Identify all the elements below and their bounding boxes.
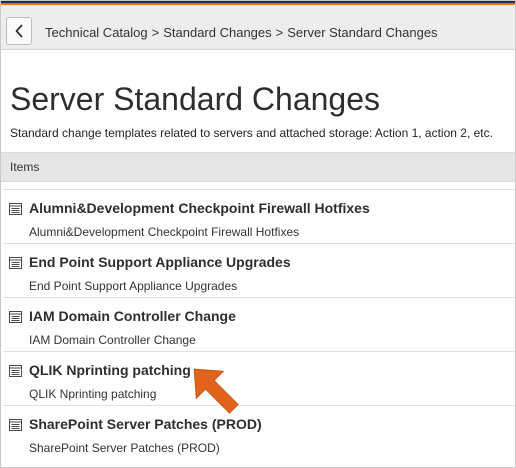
catalog-item-description: End Point Support Appliance Upgrades [29,279,238,293]
catalog-item-alumni-development-checkpoint[interactable]: Alumni&Development Checkpoint Firewall H… [3,189,515,243]
catalog-item-end-point-support[interactable]: End Point Support Appliance Upgrades End… [3,243,515,297]
list-document-icon [9,311,22,323]
breadcrumb-separator: > [151,25,160,40]
catalog-item-description: Alumni&Development Checkpoint Firewall H… [29,225,300,239]
catalog-item-title[interactable]: IAM Domain Controller Change [29,308,236,324]
list-document-icon [9,419,22,431]
breadcrumb: Technical Catalog > Standard Changes > Serve… [45,25,438,40]
page-description: Standard change templates related to ser… [10,126,493,140]
catalog-item-qlik-nprinting[interactable]: QLIK Nprinting patching QLIK Nprinting p… [3,351,515,405]
list-document-icon [9,203,22,215]
breadcrumb-separator: > [275,25,284,40]
breadcrumb-server-standard-changes[interactable]: Server Standard Changes [287,25,437,40]
page-title: Server Standard Changes [10,81,380,117]
items-header-label: Items [10,160,40,174]
arrow-pointer-icon [193,368,239,414]
catalog-item-sharepoint-server-patches[interactable]: SharePoint Server Patches (PROD) SharePo… [3,405,515,459]
catalog-item-description: IAM Domain Controller Change [29,333,196,347]
catalog-item-title[interactable]: End Point Support Appliance Upgrades [29,254,291,270]
catalog-item-list: Alumni&Development Checkpoint Firewall H… [3,189,515,459]
items-section-header: Items [1,152,515,182]
catalog-item-description: SharePoint Server Patches (PROD) [29,441,220,455]
navigation-bar: Technical Catalog > Standard Changes > Serve… [1,5,515,50]
catalog-item-title[interactable]: QLIK Nprinting patching [29,362,191,378]
catalog-item-title[interactable]: Alumni&Development Checkpoint Firewall H… [29,200,370,216]
catalog-item-description: QLIK Nprinting patching [29,387,157,401]
breadcrumb-standard-changes[interactable]: Standard Changes [163,25,271,40]
back-button[interactable] [6,17,32,45]
list-document-icon [9,365,22,377]
chevron-left-icon [15,24,23,38]
catalog-item-iam-domain-controller[interactable]: IAM Domain Controller Change IAM Domain … [3,297,515,351]
list-document-icon [9,257,22,269]
app-frame: Technical Catalog > Standard Changes > Serve… [0,0,516,468]
breadcrumb-technical-catalog[interactable]: Technical Catalog [45,25,148,40]
